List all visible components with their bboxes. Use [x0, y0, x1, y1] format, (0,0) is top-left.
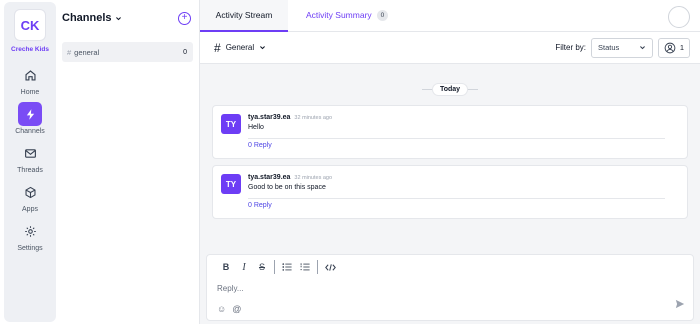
nav-apps[interactable]: Apps — [4, 180, 56, 213]
hash-icon: # — [67, 47, 72, 57]
reply-input[interactable] — [217, 284, 517, 293]
italic-button[interactable]: I — [235, 258, 253, 276]
reply-link[interactable]: 0 Reply — [248, 202, 679, 209]
message-body: tya.star39.ea 32 minutes ago Hello 0 Rep… — [248, 114, 679, 149]
channel-name: general — [74, 47, 100, 57]
reply-composer: B I S ☺ @ — [206, 254, 694, 321]
message-header: tya.star39.ea 32 minutes ago — [248, 174, 679, 181]
message-text: Hello — [248, 124, 264, 131]
message-card: TY tya.star39.ea 32 minutes ago Good to … — [212, 165, 688, 219]
channel-selector[interactable]: # General — [214, 41, 266, 55]
message-author[interactable]: tya.star39.ea — [248, 174, 290, 181]
numbered-list-icon — [300, 263, 310, 271]
main-nav: Home Channels Threads Apps Settings — [4, 63, 56, 258]
bullet-list-button[interactable] — [278, 258, 296, 276]
nav-label: Threads — [17, 167, 43, 174]
message-body: tya.star39.ea 32 minutes ago Good to be … — [248, 174, 679, 209]
composer-actions: ☺ @ — [217, 304, 247, 314]
user-avatar[interactable] — [668, 6, 690, 28]
mention-icon[interactable]: @ — [232, 304, 241, 314]
status-select[interactable]: Status — [591, 37, 653, 58]
channel-item-general[interactable]: # general 0 — [62, 42, 193, 62]
message-author[interactable]: tya.star39.ea — [248, 114, 290, 121]
strikethrough-button[interactable]: S — [253, 258, 271, 276]
workspace-name: Creche Kids — [11, 46, 49, 53]
nav-label: Apps — [22, 206, 38, 213]
home-icon — [18, 63, 42, 87]
lightning-icon — [18, 102, 42, 126]
channels-dropdown[interactable]: Channels — [62, 12, 122, 24]
channels-header: Channels + — [62, 10, 193, 26]
message-time: 32 minutes ago — [294, 175, 333, 181]
nav-home[interactable]: Home — [4, 63, 56, 96]
main-area: Activity Stream Activity Summary 0 # Gen… — [200, 0, 700, 324]
channel-count: 0 — [183, 48, 187, 56]
numbered-list-button[interactable] — [296, 258, 314, 276]
format-toolbar: B I S — [207, 255, 693, 279]
send-button[interactable] — [675, 296, 685, 314]
members-count: 1 — [679, 43, 684, 52]
message-text: Good to be on this space — [248, 184, 326, 191]
nav-label: Settings — [17, 245, 43, 252]
chevron-down-icon — [260, 46, 266, 50]
filter-bar: # General Filter by: Status 1 — [200, 32, 700, 64]
send-icon — [675, 299, 685, 309]
cube-icon — [18, 180, 42, 204]
app: CK Creche Kids Home Channels Threads App… — [0, 0, 700, 324]
user-icon — [664, 42, 676, 53]
tab-bar: Activity Stream Activity Summary 0 — [200, 0, 700, 32]
channels-title: Channels — [62, 12, 112, 24]
workspace-rail: CK Creche Kids Home Channels Threads App… — [4, 2, 56, 322]
message-card: TY tya.star39.ea 32 minutes ago Hello 0 … — [212, 105, 688, 159]
code-icon — [324, 263, 336, 271]
hash-icon: # — [214, 40, 221, 55]
day-label: Today — [431, 82, 469, 96]
channel-label-wrap: # general — [67, 48, 99, 57]
nav-channels[interactable]: Channels — [4, 102, 56, 135]
channels-panel: Channels + # general 0 — [56, 0, 200, 324]
gear-icon — [18, 219, 42, 243]
reply-link[interactable]: 0 Reply — [248, 142, 679, 149]
nav-label: Home — [20, 89, 40, 96]
bullet-list-icon — [282, 263, 292, 271]
message-divider — [248, 198, 665, 199]
workspace-logo[interactable]: CK — [14, 9, 46, 41]
tab-label: Activity Stream — [215, 10, 273, 20]
add-channel-button[interactable]: + — [178, 11, 191, 25]
mail-icon — [18, 141, 42, 165]
nav-settings[interactable]: Settings — [4, 219, 56, 252]
plus-icon: + — [181, 12, 188, 23]
tab-activity-stream[interactable]: Activity Stream — [200, 0, 288, 32]
toolbar-divider — [317, 260, 318, 274]
nav-label: Channels — [15, 128, 45, 135]
message-time: 32 minutes ago — [294, 115, 333, 121]
message-divider — [248, 138, 665, 139]
bold-button[interactable]: B — [217, 258, 235, 276]
message-avatar: TY — [221, 174, 241, 194]
selected-channel: General — [225, 43, 255, 52]
emoji-icon[interactable]: ☺ — [217, 304, 226, 314]
day-divider: Today — [212, 80, 688, 98]
members-button[interactable]: 1 — [658, 37, 690, 58]
chevron-down-icon — [115, 16, 121, 20]
tab-activity-summary[interactable]: Activity Summary 0 — [288, 0, 406, 31]
filter-label: Filter by: — [555, 43, 586, 52]
message-avatar: TY — [221, 114, 241, 134]
message-header: tya.star39.ea 32 minutes ago — [248, 114, 679, 121]
nav-threads[interactable]: Threads — [4, 141, 56, 174]
status-value: Status — [598, 43, 620, 52]
tab-label: Activity Summary — [306, 10, 372, 20]
toolbar-divider — [274, 260, 275, 274]
summary-count-badge: 0 — [376, 9, 389, 21]
code-button[interactable] — [321, 258, 339, 276]
chevron-down-icon — [640, 46, 645, 50]
